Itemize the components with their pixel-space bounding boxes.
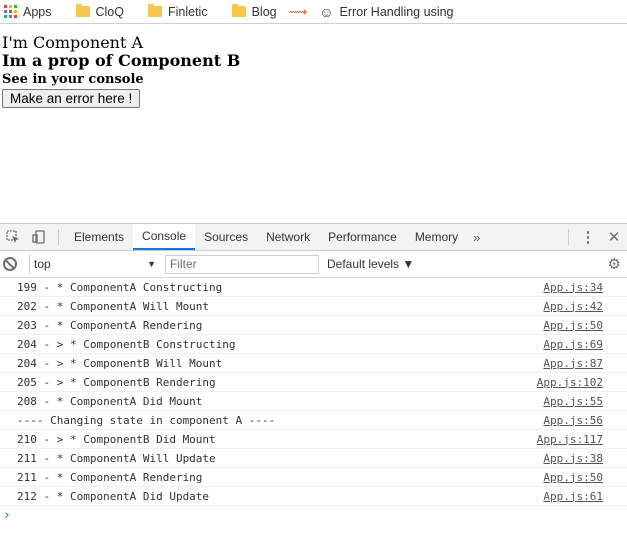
log-message: 208 - * ComponentA Did Mount — [17, 394, 203, 408]
tab-performance[interactable]: Performance — [319, 224, 406, 250]
bookmark-label: Finletic — [167, 4, 208, 19]
folder-icon — [147, 4, 162, 17]
log-message: 199 - * ComponentA Constructing — [17, 280, 223, 294]
bookmark-apps-label: Apps — [23, 4, 52, 19]
console-output: 199 - * ComponentA Constructing App.js:34… — [0, 278, 627, 524]
log-source-link[interactable]: App.js:56 — [543, 414, 603, 427]
bookmark-label: Blog — [251, 4, 277, 19]
log-source-link[interactable]: App.js:69 — [543, 338, 603, 351]
log-message: 202 - * ComponentA Will Mount — [17, 299, 210, 313]
triangle-down-icon: ▼ — [147, 259, 156, 269]
log-message: 211 - * ComponentA Rendering — [17, 470, 203, 484]
log-source-link[interactable]: App.js:50 — [543, 319, 603, 332]
context-selector[interactable]: top ▼ — [29, 254, 161, 274]
tab-memory[interactable]: Memory — [406, 224, 467, 250]
page-content: I'm Component A Im a prop of Component B… — [2, 33, 240, 108]
close-icon[interactable]: ✕ — [601, 224, 627, 250]
log-levels-dropdown[interactable]: Default levels ▼ — [327, 257, 414, 271]
log-row: 211 - * ComponentA Will Update App.js:38 — [0, 449, 627, 468]
log-row: 203 - * ComponentA Rendering App.js:50 — [0, 316, 627, 335]
console-prompt[interactable]: › — [0, 506, 627, 524]
devtools-tabbar: Elements Console Sources Network Perform… — [0, 224, 627, 251]
log-message: 210 - > * ComponentB Did Mount — [17, 432, 216, 446]
log-row: 204 - > * ComponentB Constructing App.js:… — [0, 335, 627, 354]
log-message: 204 - > * ComponentB Will Mount — [17, 356, 223, 370]
log-row: 212 - * ComponentA Did Update App.js:61 — [0, 487, 627, 506]
log-message: 211 - * ComponentA Will Update — [17, 451, 216, 465]
inspect-icon[interactable] — [0, 224, 26, 250]
log-source-link[interactable]: App.js:38 — [543, 452, 603, 465]
log-source-link[interactable]: App.js:42 — [543, 300, 603, 313]
component-b-prop-text: Im a prop of Component B — [2, 51, 241, 70]
log-message: 212 - * ComponentA Did Update — [17, 489, 210, 503]
log-row: 199 - * ComponentA Constructing App.js:34 — [0, 278, 627, 297]
apps-grid-icon — [4, 5, 17, 18]
filter-input[interactable] — [165, 254, 319, 274]
log-row: 208 - * ComponentA Did Mount App.js:55 — [0, 392, 627, 411]
divider — [568, 229, 569, 245]
gear-icon[interactable]: ⚙ — [608, 255, 621, 273]
divider — [58, 229, 59, 245]
log-source-link[interactable]: App.js:55 — [543, 395, 603, 408]
log-source-link[interactable]: App.js:50 — [543, 471, 603, 484]
make-error-button[interactable]: Make an error here ! — [2, 89, 141, 108]
bookmark-cloq[interactable]: CloQ — [64, 4, 124, 19]
bookmark-arrow-site[interactable]: ⟿ — [289, 4, 308, 20]
glasses-icon: ☺ — [319, 3, 334, 20]
log-message: 203 - * ComponentA Rendering — [17, 318, 203, 332]
tab-console[interactable]: Console — [133, 224, 196, 250]
log-source-link[interactable]: App.js:102 — [537, 376, 603, 389]
log-row: 202 - * ComponentA Will Mount App.js:42 — [0, 297, 627, 316]
context-value: top — [34, 257, 51, 271]
console-filterbar: top ▼ Default levels ▼ ⚙ — [0, 251, 627, 278]
component-a-text: I'm Component A — [2, 33, 144, 52]
log-source-link[interactable]: App.js:61 — [543, 490, 603, 503]
log-row: 210 - > * ComponentB Did Mount App.js:117 — [0, 430, 627, 449]
kebab-menu-icon[interactable]: ⋮ — [575, 224, 601, 250]
log-source-link[interactable]: App.js:34 — [543, 281, 603, 294]
device-toolbar-icon[interactable] — [26, 224, 52, 250]
tab-sources[interactable]: Sources — [195, 224, 257, 250]
log-row: 211 - * ComponentA Rendering App.js:50 — [0, 468, 627, 487]
bookmarks-bar: Apps CloQ Finletic Blog ⟿ ☺ Error Handli… — [0, 0, 627, 24]
folder-icon — [75, 4, 90, 17]
log-message: 204 - > * ComponentB Constructing — [17, 337, 236, 351]
bookmark-label: Error Handling using — [339, 4, 454, 19]
bookmark-error-handling[interactable]: ☺ Error Handling using — [319, 4, 453, 20]
bookmark-apps[interactable]: Apps — [0, 5, 52, 19]
log-message: 205 - > * ComponentB Rendering — [17, 375, 216, 389]
log-row: 204 - > * ComponentB Will Mount App.js:87 — [0, 354, 627, 373]
prompt-chevron-icon: › — [3, 507, 11, 523]
more-tabs-icon[interactable]: » — [467, 230, 486, 245]
log-source-link[interactable]: App.js:117 — [537, 433, 603, 446]
bookmark-finletic[interactable]: Finletic — [136, 4, 208, 19]
log-row: 205 - > * ComponentB Rendering App.js:102 — [0, 373, 627, 392]
arrow-icon: ⟿ — [288, 3, 308, 19]
devtools-panel: Elements Console Sources Network Perform… — [0, 223, 627, 551]
console-hint: See in your console — [2, 72, 144, 87]
devtools-controls: ⋮ ✕ — [562, 224, 627, 250]
bookmark-blog[interactable]: Blog — [220, 4, 277, 19]
log-source-link[interactable]: App.js:87 — [543, 357, 603, 370]
bookmark-label: CloQ — [95, 4, 124, 19]
folder-icon — [231, 4, 246, 17]
log-row: ---- Changing state in component A ---- A… — [0, 411, 627, 430]
clear-console-icon[interactable] — [3, 257, 17, 271]
tab-elements[interactable]: Elements — [65, 224, 133, 250]
log-message: ---- Changing state in component A ---- — [17, 413, 276, 427]
tab-network[interactable]: Network — [257, 224, 319, 250]
